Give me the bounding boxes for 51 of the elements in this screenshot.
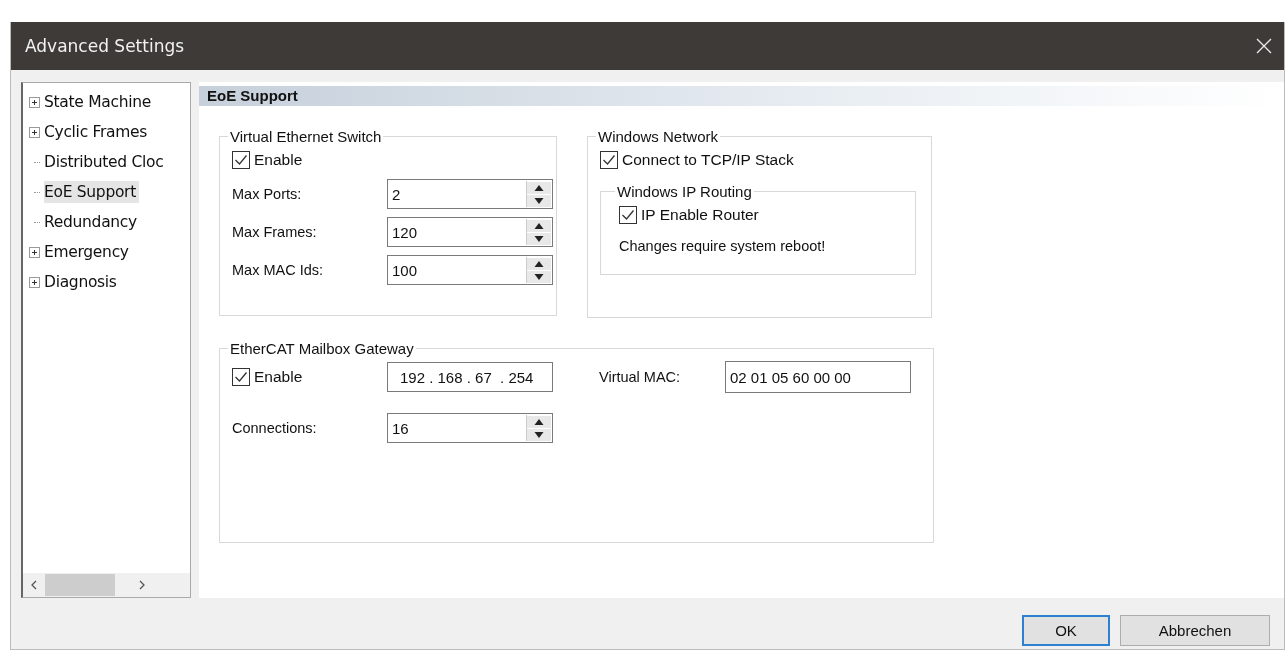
field-label: Virtual MAC: (599, 369, 682, 385)
tree-item[interactable]: Distributed Cloc (44, 151, 167, 173)
tree-item[interactable]: Cyclic Frames (44, 121, 151, 143)
field-label: Connections: (232, 420, 318, 436)
spin-field[interactable]: 100 (387, 255, 553, 285)
expand-icon[interactable] (29, 126, 40, 138)
mac-address-field[interactable]: 02 01 05 60 00 00 (725, 361, 911, 393)
field-label: Max Frames: (232, 224, 318, 240)
field-label: Max MAC Ids: (232, 262, 325, 278)
expand-icon[interactable] (29, 96, 40, 108)
spin-down-icon[interactable] (527, 232, 551, 245)
checkbox-label[interactable]: Enable (254, 151, 303, 169)
spin-down-icon[interactable] (527, 270, 551, 283)
scroll-left-icon[interactable] (29, 579, 39, 591)
scrollbar-thumb[interactable] (45, 574, 115, 596)
ip-address-field[interactable]: 192 . 168 . 67 . 254 (387, 362, 553, 392)
expand-icon[interactable] (29, 276, 40, 288)
spin-down-icon[interactable] (527, 194, 551, 207)
note-text: Changes require system reboot! (619, 238, 827, 254)
group-title: Windows IP Routing (616, 183, 753, 200)
ok-button[interactable]: OK (1022, 615, 1110, 646)
checkbox[interactable] (232, 151, 250, 169)
spin-up-icon[interactable] (527, 181, 551, 194)
checkbox[interactable] (600, 151, 618, 169)
spin-up-icon[interactable] (527, 219, 551, 232)
checkbox-label[interactable]: Enable (254, 368, 303, 386)
checkbox-label[interactable]: IP Enable Router (641, 206, 759, 224)
window-title: Advanced Settings (25, 36, 185, 56)
expand-icon[interactable] (29, 246, 40, 258)
checkbox-label[interactable]: Connect to TCP/IP Stack (622, 151, 794, 169)
scroll-right-icon[interactable] (137, 579, 147, 591)
tree-item[interactable]: EoE Support (44, 181, 139, 203)
group-title: Virtual Ethernet Switch (229, 128, 383, 145)
checkbox[interactable] (619, 206, 637, 224)
tree-item[interactable]: Diagnosis (44, 271, 120, 293)
spin-down-icon[interactable] (527, 428, 551, 441)
cancel-button[interactable]: Abbrechen (1120, 615, 1270, 646)
horizontal-scrollbar[interactable] (23, 573, 190, 597)
checkbox[interactable] (232, 368, 250, 386)
spin-field[interactable]: 2 (387, 179, 553, 209)
close-icon[interactable] (1256, 38, 1272, 54)
tree-item[interactable]: State Machine (44, 91, 154, 113)
field-label: Max Ports: (232, 186, 303, 202)
group-title: Windows Network (597, 128, 720, 145)
group-title: EtherCAT Mailbox Gateway (229, 340, 415, 357)
spin-up-icon[interactable] (527, 257, 551, 270)
spin-field[interactable]: 16 (387, 413, 553, 443)
spin-up-icon[interactable] (527, 415, 551, 428)
spin-field[interactable]: 120 (387, 217, 553, 247)
tree-item[interactable]: Redundancy (44, 211, 140, 233)
tree-item[interactable]: Emergency (44, 241, 132, 263)
